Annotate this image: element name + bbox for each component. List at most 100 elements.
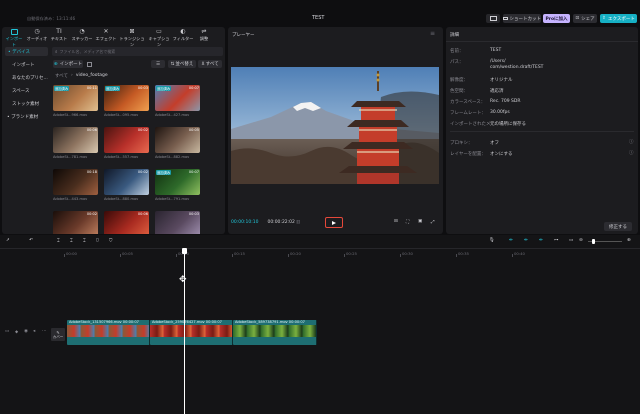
grid-view-button[interactable] [85,60,93,68]
mute-track-icon[interactable]: ◂ [33,329,35,334]
media-clip[interactable]: 00:18 AdobeSt...443.mov [53,169,98,209]
ruler-tick [176,254,177,257]
media-clip[interactable]: 00:06 AdobeSt...781.mov [53,127,98,167]
zoom-in-icon[interactable]: ⊕ [627,238,631,243]
details-key: プロキシ： [450,141,473,146]
tab-effect[interactable]: ✕ エフェクト [95,28,117,44]
hide-track-icon[interactable]: ◉ [24,329,28,334]
link-main-track-icon[interactable]: ⇹ [509,238,513,243]
media-clip[interactable]: 追加済み 00:11 AdobeSt...966.mov [53,85,98,125]
player-panel: プレーヤー ≡ 00:00:10:10 00:00:22:02 ▥ ⊟ ⛶ ▣ … [228,27,443,234]
ruler-tick [344,254,345,257]
breadcrumb-folder[interactable]: video_footage [76,73,108,78]
export-button[interactable]: ⇪ エクスポート [600,14,637,23]
media-clip[interactable]: 00:02AdobeSt...102.mov [53,211,98,234]
undo-icon[interactable]: ↶ [29,238,33,243]
grid-toggle-icon[interactable]: ▥ [296,220,300,225]
export-icon: ⇪ [602,16,606,21]
media-clip[interactable]: 00:02 AdobeSt...557.mov [104,127,149,167]
import-button[interactable]: ⊕ インポート [53,60,83,68]
ruler-tick [400,254,401,257]
clip-duration: 00:05 [188,128,199,132]
details-key: 解像度： [450,78,468,83]
filter-all-button[interactable]: ⊻ すべて [198,60,222,68]
zoom-slider[interactable] [588,239,622,244]
sidebar-item-preset[interactable]: あなたのプリセ... [12,75,49,82]
microphone-icon[interactable]: 🎙 [489,238,495,243]
layout-icon [489,16,497,21]
timeline-ruler[interactable]: 00:0000:0500:1000:1500:2000:2500:3000:35… [52,249,640,258]
media-clip[interactable]: 00:03AdobeSt...218.mov [155,211,200,234]
media-clip[interactable]: 00:06AdobeSt...553.mov [104,211,149,234]
media-clip[interactable]: 00:02 AdobeSt...880.mov [104,169,149,209]
details-value: オンにする [490,152,513,157]
crop-icon[interactable]: ⛶ [406,219,409,225]
player-menu-icon[interactable]: ≡ [430,30,435,37]
media-clip[interactable]: 00:05 AdobeSt...882.mov [155,127,200,167]
fullscreen-icon[interactable]: ⤢ [431,219,435,225]
info-icon[interactable]: ⓘ [629,150,634,156]
tab-sticker[interactable]: ◔ ステッカー [70,28,94,44]
safe-area-icon[interactable]: ⊟ [394,219,398,224]
sidebar-item-stock[interactable]: ストック素材 [12,101,48,108]
playhead-handle[interactable] [182,248,187,254]
sidebar-item-device[interactable]: • デバイス [5,47,48,56]
shortcut-button[interactable]: ショートカット [503,14,541,23]
tab-text[interactable]: TI テキスト [50,28,68,44]
timeline-clip[interactable]: AdobeStock_259076427.mov 00:00:07 [150,320,233,345]
video-track-icon[interactable]: ▭ [5,329,9,334]
caption-track-icon[interactable]: ▭ [569,238,573,243]
search-input[interactable]: ⌕ ファイル名、メディア名で検索 [52,47,223,56]
pro-button[interactable]: Proに加入 [543,14,570,23]
split-icon[interactable]: ⌶ [57,238,60,244]
main-video-track[interactable]: AdobeStock_131507966.mov 00:00:07 AdobeSt… [67,320,317,345]
ruler-tick [64,254,65,257]
tab-filter[interactable]: ◐ フィルター [172,28,194,44]
sidebar-item-brand[interactable]: • ブランド素材 [7,114,49,121]
trim-left-icon[interactable]: ⌶ [70,238,73,244]
details-value: /Users/ com/westion.draft/TEST [490,59,544,70]
trim-right-icon[interactable]: ⌶ [83,238,86,244]
tab-adjust[interactable]: ⇌ 調整 [195,28,213,44]
lock-icon[interactable]: ⬥ [15,329,18,335]
more-icon[interactable]: ⋯ [42,329,47,334]
ratio-icon[interactable]: ▣ [418,219,422,224]
media-clip-grid: 追加済み 00:11 AdobeSt...966.mov 追加済み 00:03 Adobe… [53,85,225,234]
info-icon[interactable]: ⓘ [629,139,634,145]
video-preview[interactable] [231,67,439,184]
timeline-clip[interactable]: AdobeStock_589738791.mov 00:00:07 [233,320,317,345]
share-button[interactable]: ⊡ シェア [573,14,597,23]
tab-transition[interactable]: ⊠ トランジション [118,28,146,47]
playhead[interactable] [184,249,185,414]
layout-toggle-button[interactable] [486,14,500,23]
text-icon: TI [56,28,62,35]
preview-axis-icon[interactable]: ⊶ [554,238,559,243]
zoom-out-icon[interactable]: ⊖ [579,238,583,243]
clip-name: AdobeSt...791.mov [155,197,190,201]
view-options-button[interactable]: ☰ [151,60,165,68]
select-cursor-icon[interactable]: ➚ [6,238,10,243]
chevron-right-icon: › [71,73,73,78]
tab-caption[interactable]: ▭ キャプション [147,28,171,47]
ruler-tick-label: 00:05 [122,251,133,256]
snap-icon[interactable]: ⇹ [539,238,543,243]
tab-import[interactable]: インポート [4,28,24,47]
cover-button[interactable]: ✎ カバー [51,328,65,341]
media-clip[interactable]: 追加済み 00:07 AdobeSt...791.mov [155,169,200,209]
media-clip[interactable]: 追加済み 00:07 AdobeSt...427.mov [155,85,200,125]
details-title: 詳細 [450,33,459,38]
tab-audio[interactable]: ◷ オーディオ [26,28,48,44]
sidebar-item-space[interactable]: スペース [12,88,48,95]
details-key: レイヤーを配置： [450,152,486,157]
sidebar-item-import[interactable]: インポート [12,62,48,69]
zoom-slider-handle[interactable] [592,239,595,244]
delete-icon[interactable]: ▯ [96,238,98,243]
timeline-clip[interactable]: AdobeStock_131507966.mov 00:00:07 [67,320,150,345]
media-clip[interactable]: 追加済み 00:03 AdobeSt...095.mov [104,85,149,125]
edit-details-button[interactable]: 修正する [604,222,632,231]
link-audio-icon[interactable]: ⇹ [524,238,528,243]
play-button[interactable] [325,217,343,228]
shield-icon[interactable]: ⛉ [109,238,112,244]
sort-button[interactable]: ⇅ 並べ替え [168,60,196,68]
breadcrumb-all[interactable]: すべて [55,73,68,79]
